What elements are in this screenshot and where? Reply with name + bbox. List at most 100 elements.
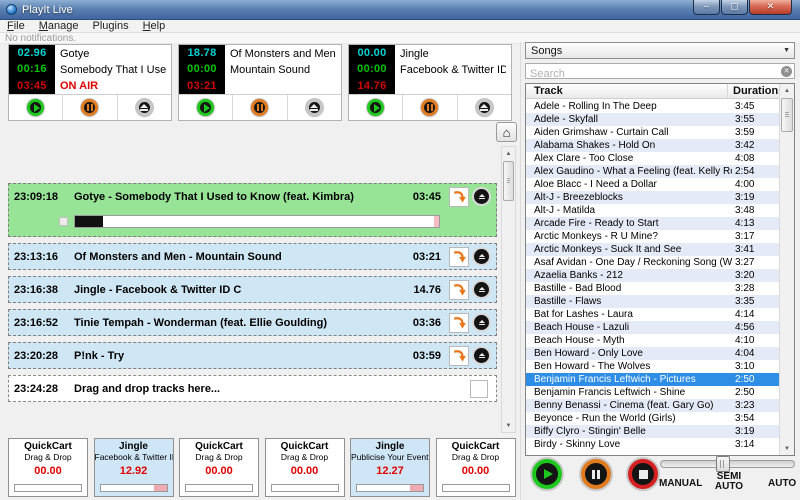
titlebar[interactable]: PlayIt Live – ▢ ✕ xyxy=(0,0,800,20)
track-row[interactable]: Alt-J - Breezeblocks3:19 xyxy=(526,191,779,204)
track-duration: 4:13 xyxy=(735,218,779,229)
playlist-scrollbar[interactable]: ▲ ▼ xyxy=(501,146,516,433)
mode-label-semi-auto[interactable]: SEMI AUTO xyxy=(711,472,747,492)
deck-pause-button[interactable] xyxy=(251,99,268,116)
panel-divider xyxy=(520,42,521,500)
playlist-row[interactable]: 23:13:16Of Monsters and Men - Mountain S… xyxy=(8,243,497,270)
track-row[interactable]: Bastille - Bad Blood3:28 xyxy=(526,282,779,295)
track-row[interactable]: Birdy - Skinny Love3:14 xyxy=(526,438,779,451)
track-duration: 3:48 xyxy=(735,205,779,216)
track-row[interactable]: Beach House - Myth4:10 xyxy=(526,334,779,347)
mode-slider-thumb[interactable] xyxy=(716,456,730,472)
deck-track-info: GotyeSomebody That I Use...ON AIR xyxy=(55,45,171,94)
mode-label-auto[interactable]: AUTO xyxy=(768,478,796,489)
track-row[interactable]: Ben Howard - The Wolves3:10 xyxy=(526,360,779,373)
clear-search-icon[interactable]: ✕ xyxy=(781,66,792,77)
column-header-duration[interactable]: Duration xyxy=(727,84,778,99)
close-button[interactable]: ✕ xyxy=(749,0,792,15)
home-button[interactable]: ⌂ xyxy=(496,122,517,142)
track-row[interactable]: Benny Benassi - Cinema (feat. Gary Go)3:… xyxy=(526,399,779,412)
playlist-scroll-thumb[interactable] xyxy=(503,161,514,201)
track-list-scrollbar[interactable]: ▲ ▼ xyxy=(779,84,794,455)
segue-arrow-icon[interactable] xyxy=(449,313,469,333)
minimize-button[interactable]: – xyxy=(693,0,720,15)
track-title: Beyonce - Run the World (Girls) xyxy=(534,413,732,424)
segue-arrow-icon[interactable] xyxy=(449,187,469,207)
search-input[interactable] xyxy=(526,67,794,81)
track-row[interactable]: Benjamin Francis Leftwich - Pictures2:50 xyxy=(526,373,779,386)
track-row[interactable]: Alex Gaudino - What a Feeling (feat. Kel… xyxy=(526,165,779,178)
quickcart-3[interactable]: QuickCartDrag & Drop00.00 xyxy=(179,438,259,497)
quickcart-4[interactable]: QuickCartDrag & Drop00.00 xyxy=(265,438,345,497)
track-row[interactable]: Aloe Blacc - I Need a Dollar4:00 xyxy=(526,178,779,191)
quickcart-6[interactable]: QuickCartDrag & Drop00.00 xyxy=(436,438,516,497)
deck-pause-button[interactable] xyxy=(81,99,98,116)
quickcart-time: 00.00 xyxy=(437,465,515,477)
track-row[interactable]: Arcade Fire - Ready to Start4:13 xyxy=(526,217,779,230)
track-title: Beach House - Myth xyxy=(534,335,732,346)
playlist-eject-button[interactable] xyxy=(474,315,489,330)
scroll-down-icon[interactable]: ▼ xyxy=(780,442,794,455)
pause-icon xyxy=(427,104,433,111)
playlist-eject-button[interactable] xyxy=(474,189,489,204)
track-row[interactable]: Biffy Clyro - Stingin' Belle3:19 xyxy=(526,425,779,438)
track-row[interactable]: Azaelia Banks - 2123:20 xyxy=(526,269,779,282)
playlist-row[interactable]: 23:16:52Tinie Tempah - Wonderman (feat. … xyxy=(8,309,497,336)
quickcart-5[interactable]: JinglePublicise Your Event ID12.27 xyxy=(350,438,430,497)
deck-pause-button[interactable] xyxy=(421,99,438,116)
track-row[interactable]: Bat for Lashes - Laura4:14 xyxy=(526,308,779,321)
menu-help[interactable]: Help xyxy=(136,20,173,33)
track-row[interactable]: Arctic Monkeys - Suck It and See3:41 xyxy=(526,243,779,256)
track-list-scroll-thumb[interactable] xyxy=(781,98,793,132)
playlist-eject-button[interactable] xyxy=(474,282,489,297)
deck-play-button[interactable] xyxy=(197,99,214,116)
transport-play-button[interactable] xyxy=(532,459,562,489)
track-row[interactable]: Aiden Grimshaw - Curtain Call3:59 xyxy=(526,126,779,139)
track-duration: 3:55 xyxy=(735,114,779,125)
segue-arrow-icon[interactable] xyxy=(449,280,469,300)
quickcart-progress xyxy=(271,484,339,492)
track-row[interactable]: Beyonce - Run the World (Girls)3:54 xyxy=(526,412,779,425)
scroll-down-icon[interactable]: ▼ xyxy=(502,419,515,432)
deck-play-button[interactable] xyxy=(27,99,44,116)
playlist-row[interactable]: 23:09:18Gotye - Somebody That I Used to … xyxy=(8,183,497,237)
segue-arrow-icon[interactable] xyxy=(449,346,469,366)
playlist-drop-zone[interactable]: 23:24:28 Drag and drop tracks here... xyxy=(8,375,497,402)
track-row[interactable]: Adele - Rolling In The Deep3:45 xyxy=(526,100,779,113)
track-row[interactable]: Bastille - Flaws3:35 xyxy=(526,295,779,308)
mode-label-manual[interactable]: MANUAL xyxy=(659,478,702,489)
menu-manage[interactable]: Manage xyxy=(32,20,86,33)
cue-checkbox[interactable] xyxy=(59,217,68,226)
column-header-track[interactable]: Track xyxy=(534,85,563,97)
track-row[interactable]: Benjamin Francis Leftwich - Shine2:50 xyxy=(526,386,779,399)
deck-eject-button[interactable] xyxy=(306,99,323,116)
track-row[interactable]: Alabama Shakes - Hold On3:42 xyxy=(526,139,779,152)
playlist-row[interactable]: 23:16:38Jingle - Facebook & Twitter ID C… xyxy=(8,276,497,303)
maximize-button[interactable]: ▢ xyxy=(721,0,748,15)
track-row[interactable]: Alex Clare - Too Close4:08 xyxy=(526,152,779,165)
track-row[interactable]: Ben Howard - Only Love4:04 xyxy=(526,347,779,360)
deck-eject-button[interactable] xyxy=(476,99,493,116)
playlist-eject-button[interactable] xyxy=(474,249,489,264)
playlist-row[interactable]: 23:20:28P!nk - Try03:59 xyxy=(8,342,497,369)
segue-arrow-icon[interactable] xyxy=(449,247,469,267)
transport-pause-button[interactable] xyxy=(581,459,611,489)
track-row[interactable]: Alt-J - Matilda3:48 xyxy=(526,204,779,217)
quickcart-1[interactable]: QuickCartDrag & Drop00.00 xyxy=(8,438,88,497)
track-row[interactable]: Beach House - Lazuli4:56 xyxy=(526,321,779,334)
deck-play-button[interactable] xyxy=(367,99,384,116)
track-row[interactable]: Adele - Skyfall3:55 xyxy=(526,113,779,126)
scroll-up-icon[interactable]: ▲ xyxy=(780,84,794,97)
transport-stop-button[interactable] xyxy=(628,459,658,489)
track-row[interactable]: Asaf Avidan - One Day / Reckoning Song (… xyxy=(526,256,779,269)
collection-dropdown[interactable]: Songs ▼ xyxy=(525,42,795,59)
menu-plugins[interactable]: Plugins xyxy=(86,20,136,33)
track-title: Alt-J - Matilda xyxy=(534,205,732,216)
deck-eject-button[interactable] xyxy=(136,99,153,116)
drop-zone-time: 23:24:28 xyxy=(14,383,74,395)
menu-file[interactable]: File xyxy=(0,20,32,33)
playlist-eject-button[interactable] xyxy=(474,348,489,363)
track-row[interactable]: Arctic Monkeys - R U Mine?3:17 xyxy=(526,230,779,243)
quickcart-2[interactable]: JingleFacebook & Twitter ID A12.92 xyxy=(94,438,174,497)
scroll-up-icon[interactable]: ▲ xyxy=(502,147,515,160)
